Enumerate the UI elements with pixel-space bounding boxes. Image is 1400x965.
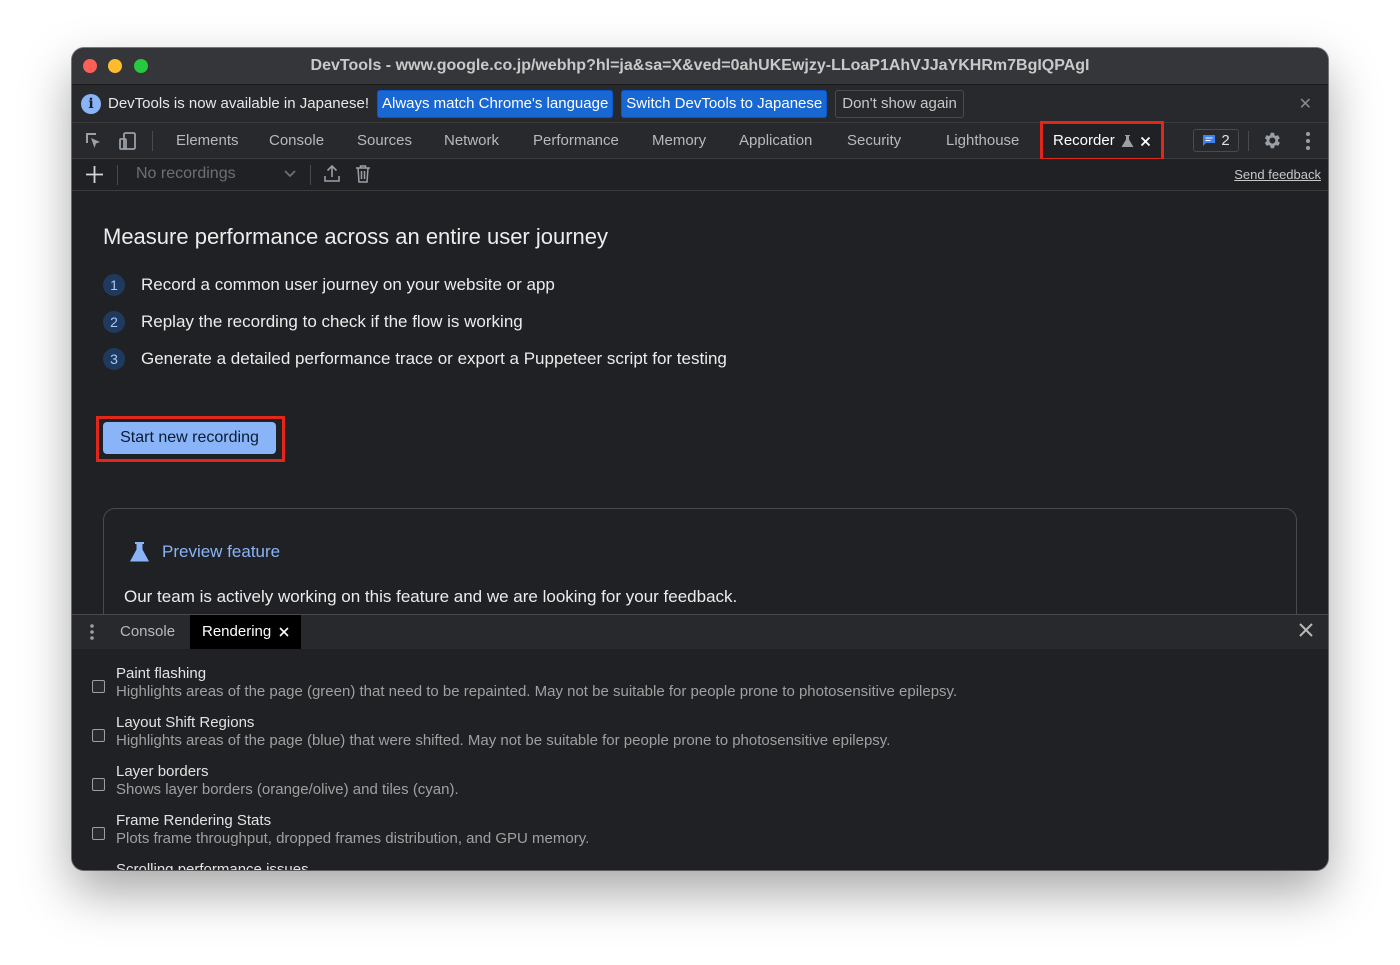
- paint-flashing-checkbox[interactable]: [92, 680, 105, 693]
- title-bar: DevTools - www.google.co.jp/webhp?hl=ja&…: [72, 48, 1328, 85]
- info-icon: i: [81, 93, 101, 114]
- option-label: Paint flashing: [116, 665, 207, 682]
- drawer-tab-rendering-label: Rendering: [202, 623, 272, 640]
- tab-recorder[interactable]: Recorder: [1040, 121, 1164, 161]
- message-icon: [1203, 135, 1216, 146]
- layer-borders-checkbox[interactable]: [92, 778, 105, 791]
- tab-memory[interactable]: Memory: [652, 123, 706, 158]
- frame-rendering-stats-checkbox[interactable]: [92, 827, 105, 840]
- drawer-tab-console[interactable]: Console: [120, 615, 175, 649]
- always-match-language-button[interactable]: Always match Chrome's language: [376, 89, 614, 118]
- option-label: Layer borders: [116, 763, 209, 780]
- tab-elements[interactable]: Elements: [176, 123, 239, 158]
- chevron-down-icon[interactable]: [284, 170, 296, 178]
- tab-application[interactable]: Application: [739, 123, 812, 158]
- tab-security[interactable]: Security: [847, 123, 901, 158]
- step-number: 2: [103, 311, 125, 333]
- tab-sources[interactable]: Sources: [357, 123, 412, 158]
- step-item: 1 Record a common user journey on your w…: [103, 274, 555, 296]
- step-text: Record a common user journey on your web…: [141, 275, 555, 294]
- start-new-recording-button[interactable]: Start new recording: [103, 422, 276, 454]
- close-drawer-icon[interactable]: [1298, 622, 1314, 638]
- export-upload-icon[interactable]: [323, 164, 341, 183]
- option-label: Scrolling performance issues: [116, 861, 309, 870]
- step-text: Replay the recording to check if the flo…: [141, 312, 523, 331]
- step-number: 1: [103, 274, 125, 296]
- main-tab-strip: Elements Console Sources Network Perform…: [72, 121, 1328, 161]
- device-toolbar-icon[interactable]: [118, 131, 138, 151]
- dont-show-again-button[interactable]: Don't show again: [835, 89, 964, 118]
- option-label: Layout Shift Regions: [116, 714, 255, 731]
- option-description: Highlights areas of the page (blue) that…: [116, 732, 891, 749]
- tab-performance[interactable]: Performance: [533, 123, 619, 158]
- step-item: 3 Generate a detailed performance trace …: [103, 348, 727, 370]
- send-feedback-link[interactable]: Send feedback: [1234, 167, 1321, 182]
- page-title: Measure performance across an entire use…: [103, 224, 609, 249]
- tab-lighthouse[interactable]: Lighthouse: [946, 123, 1019, 158]
- step-text: Generate a detailed performance trace or…: [141, 349, 727, 368]
- add-recording-icon[interactable]: [85, 165, 104, 184]
- devtools-window: DevTools - www.google.co.jp/webhp?hl=ja&…: [72, 48, 1328, 870]
- drawer-tab-bar: Console Rendering: [72, 614, 1328, 650]
- settings-gear-icon[interactable]: [1261, 130, 1282, 151]
- delete-trash-icon[interactable]: [355, 164, 371, 183]
- close-tab-icon[interactable]: [1140, 136, 1151, 147]
- infobar-message: DevTools is now available in Japanese!: [108, 95, 369, 112]
- option-description: Plots frame throughput, dropped frames d…: [116, 830, 590, 847]
- layout-shift-regions-checkbox[interactable]: [92, 729, 105, 742]
- flask-icon: [130, 542, 149, 562]
- tab-recorder-label: Recorder: [1053, 132, 1115, 149]
- tab-network[interactable]: Network: [444, 123, 499, 158]
- rendering-panel: Paint flashing Highlights areas of the p…: [72, 649, 1328, 870]
- drawer-menu-icon[interactable]: [89, 623, 95, 641]
- inspect-element-icon[interactable]: [84, 131, 104, 151]
- step-number: 3: [103, 348, 125, 370]
- tab-console[interactable]: Console: [269, 123, 324, 158]
- issues-count: 2: [1221, 132, 1230, 149]
- window-title: DevTools - www.google.co.jp/webhp?hl=ja&…: [310, 57, 1090, 74]
- switch-to-japanese-button[interactable]: Switch DevTools to Japanese: [621, 89, 828, 118]
- issues-badge[interactable]: 2: [1193, 129, 1239, 152]
- language-infobar: i DevTools is now available in Japanese!…: [72, 85, 1328, 123]
- step-item: 2 Replay the recording to check if the f…: [103, 311, 523, 333]
- recorder-landing-page: Measure performance across an entire use…: [72, 191, 1328, 614]
- drawer-tab-rendering[interactable]: Rendering: [190, 615, 302, 649]
- option-description: Shows layer borders (orange/olive) and t…: [116, 781, 459, 798]
- option-label: Frame Rendering Stats: [116, 812, 272, 829]
- preview-feature-text: Our team is actively working on this fea…: [124, 587, 738, 606]
- close-tab-icon[interactable]: [279, 627, 289, 637]
- experimental-flask-icon: [1121, 135, 1134, 147]
- recorder-toolbar: No recordings Send feedback: [72, 159, 1328, 191]
- recordings-select[interactable]: No recordings: [136, 165, 236, 183]
- option-description: Highlights areas of the page (green) tha…: [116, 683, 958, 700]
- preview-feature-heading: Preview feature: [129, 541, 280, 563]
- infobar-close-icon[interactable]: ✕: [1299, 94, 1312, 114]
- more-options-icon[interactable]: [1302, 131, 1314, 151]
- preview-feature-title: Preview feature: [162, 542, 281, 561]
